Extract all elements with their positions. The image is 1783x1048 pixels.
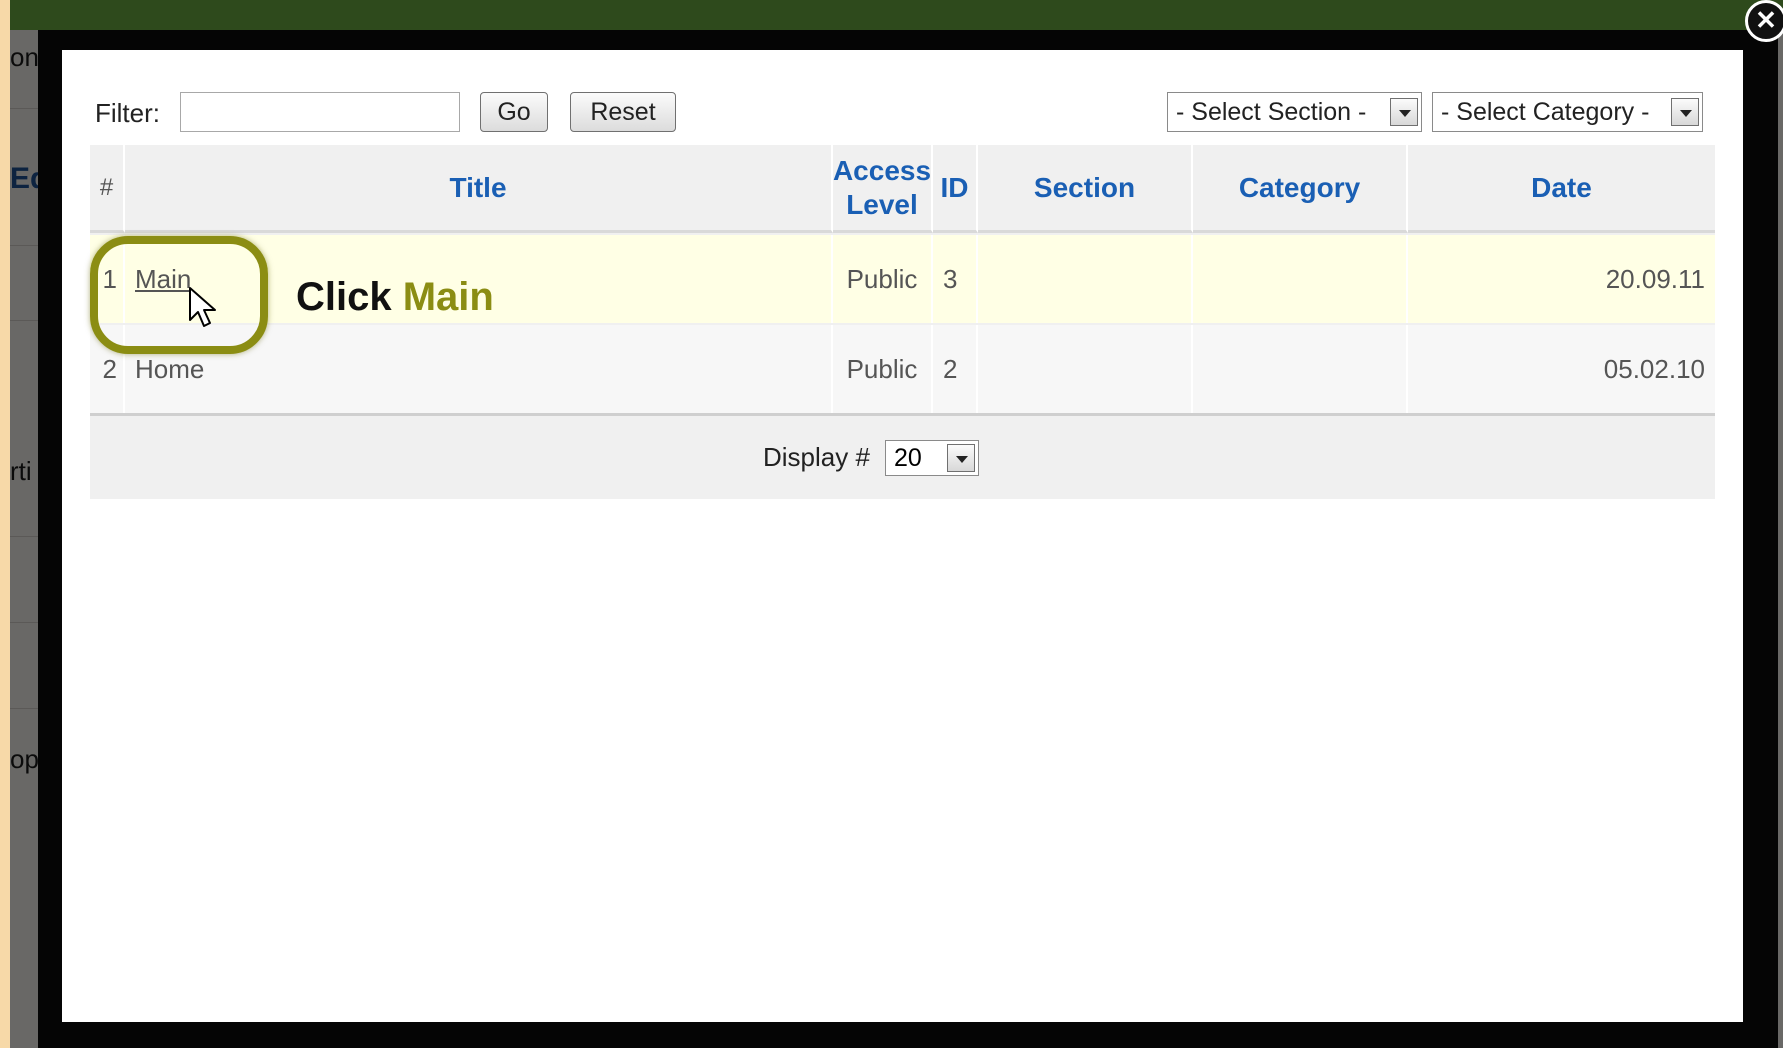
instruction-target: Main [402, 275, 494, 319]
chevron-down-icon[interactable] [1390, 98, 1418, 126]
column-header-category[interactable]: Category [1193, 145, 1408, 233]
column-header-title[interactable]: Title [125, 145, 833, 233]
instruction-verb: Click [296, 275, 392, 319]
column-header-id[interactable]: ID [933, 145, 978, 233]
display-count-select[interactable]: 20 [885, 440, 979, 476]
instruction-callout: Click Main [296, 275, 494, 320]
article-link-home[interactable]: Home [135, 354, 204, 385]
section-select[interactable]: - Select Section - [1167, 92, 1422, 132]
column-header-section[interactable]: Section [978, 145, 1193, 233]
articles-table: # Title Access Level ID Section Category… [90, 145, 1715, 499]
article-select-modal: Filter: Go Reset - Select Section - - Se… [62, 50, 1743, 1022]
column-header-date[interactable]: Date [1408, 145, 1715, 233]
mouse-cursor-icon [189, 287, 216, 327]
table-footer: Display # 20 [90, 418, 1715, 499]
display-count-value: 20 [894, 444, 922, 472]
category-select-value: - Select Category - [1441, 98, 1650, 126]
filter-label: Filter: [95, 98, 160, 128]
filter-input[interactable] [180, 92, 460, 132]
row-access-level: Public [833, 235, 933, 323]
category-select[interactable]: - Select Category - [1432, 92, 1703, 132]
column-header-number: # [90, 145, 125, 233]
highlight-ring [90, 236, 268, 354]
section-select-value: - Select Section - [1176, 98, 1367, 126]
row-section [978, 325, 1193, 413]
background-top-bar [10, 0, 1783, 30]
row-category [1193, 325, 1408, 413]
row-id: 2 [933, 325, 978, 413]
go-button[interactable]: Go [480, 92, 548, 132]
reset-button[interactable]: Reset [570, 92, 676, 132]
row-id: 3 [933, 235, 978, 323]
row-section [978, 235, 1193, 323]
chevron-down-icon[interactable] [947, 444, 975, 472]
row-category [1193, 235, 1408, 323]
table-row: 2 Home Public 2 05.02.10 [90, 325, 1715, 416]
column-header-access-level[interactable]: Access Level [833, 145, 933, 233]
display-count-label: Display # [763, 442, 870, 472]
close-icon[interactable]: ✕ [1745, 0, 1783, 42]
row-date: 20.09.11 [1605, 263, 1705, 294]
row-access-level: Public [833, 325, 933, 413]
row-date: 05.02.10 [1603, 353, 1705, 384]
chevron-down-icon[interactable] [1671, 98, 1699, 126]
